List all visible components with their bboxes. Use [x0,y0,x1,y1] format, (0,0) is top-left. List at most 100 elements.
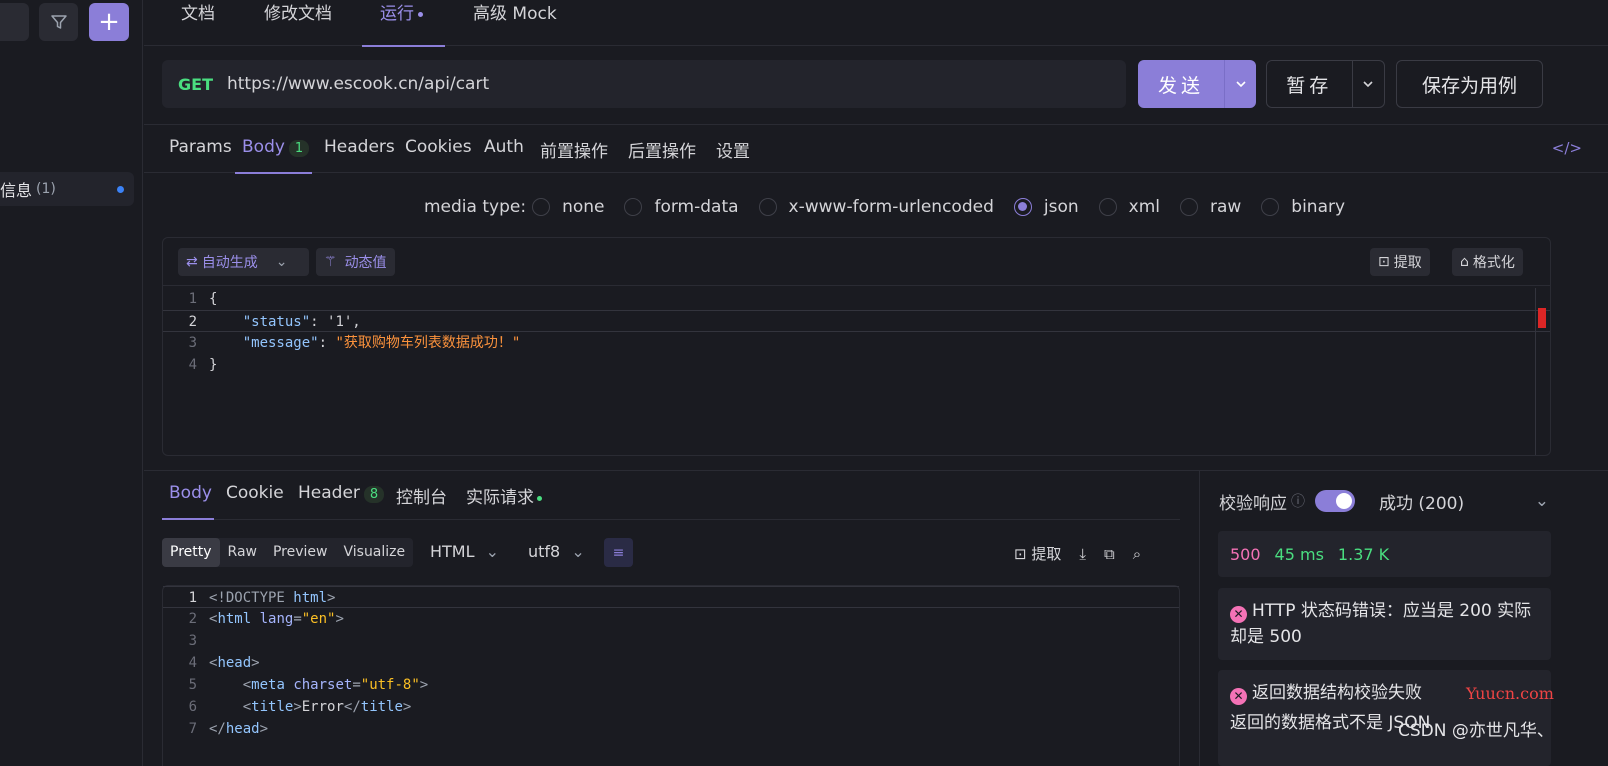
tab-edit-docs[interactable]: 修改文档 [264,0,332,46]
send-dropdown[interactable] [1224,60,1256,108]
radio-form-data[interactable] [624,198,643,216]
media-option-urlencoded[interactable]: x-www-form-urlencoded [789,197,994,217]
media-option-none[interactable]: none [562,197,604,217]
tab-body-label: Body [242,137,285,157]
tab-mock[interactable]: 高级 Mock [473,0,557,46]
help-icon[interactable]: ⓘ [1291,491,1305,511]
copy-icon[interactable]: ⧉ [1104,545,1115,563]
save-as-case-button[interactable]: 保存为用例 [1396,60,1543,108]
sidebar-search-input[interactable] [0,3,29,41]
tab-pre-ops[interactable]: 前置操作 [540,137,608,162]
radio-binary[interactable] [1261,198,1280,216]
response-time: 45 ms [1274,544,1324,564]
media-option-xml[interactable]: xml [1129,197,1160,217]
code-line: 4 <head> [163,652,1179,674]
radio-xml[interactable] [1098,198,1117,216]
tab-cookies[interactable]: Cookies [405,137,472,157]
resp-tab-console[interactable]: 控制台 [396,483,447,508]
resp-tab-actual[interactable]: 实际请求 [466,483,542,508]
media-option-json[interactable]: json [1044,197,1079,217]
tab-body[interactable]: Body 1 [242,137,310,157]
tab-params[interactable]: Params [169,137,232,157]
sidebar-item[interactable]: 信息 (1) [0,172,134,206]
mode-visualize[interactable]: Visualize [335,538,413,567]
refresh-icon: ⇄ [186,254,198,270]
tab-post-ops[interactable]: 后置操作 [628,137,696,162]
format-button[interactable]: ⌂ 格式化 [1452,248,1523,276]
plus-icon: + [98,7,120,37]
url-bar[interactable]: GET https://www.escook.cn/api/cart [162,60,1126,108]
response-editor[interactable]: 1 <!DOCTYPE html> 2 <html lang="en"> 3 4 <h… [162,585,1180,766]
json-key: "message" [242,335,319,351]
line-number: 1 [188,291,197,307]
dynamic-value-button[interactable]: ⚚ 动态值 [316,248,395,276]
line-number: 2 [188,314,197,330]
media-option-form-data[interactable]: form-data [654,197,738,217]
chevron-down-icon[interactable]: ⌄ [276,254,288,270]
radio-json[interactable] [1013,198,1032,216]
format-label: 格式化 [1472,255,1515,271]
line-number: 5 [188,677,197,693]
error-message: HTTP 状态码错误：应当是 200 实际却是 500 [1230,601,1532,647]
magic-wand-icon: ⚚ [324,254,337,270]
tab-headers[interactable]: Headers [324,137,395,157]
line-number: 4 [188,357,197,373]
line-text: "message": "获取购物车列表数据成功！" [242,335,521,351]
save-label: 暂存 [1286,74,1333,97]
radio-urlencoded[interactable] [758,198,777,216]
wrap-icon: ≡ [612,544,625,561]
response-actions: ⊡ 提取 ⤓ ⧉ ⌕ [1014,543,1141,564]
search-icon[interactable]: ⌕ [1133,545,1141,563]
resp-tab-cookie[interactable]: Cookie [226,483,284,503]
validation-result: 成功 (200) [1379,493,1465,514]
watermark-author: CSDN @亦世凡华、 [1398,721,1554,741]
mode-raw[interactable]: Raw [220,538,265,567]
line-number: 6 [188,699,197,715]
download-icon[interactable]: ⤓ [1079,545,1086,563]
tab-docs[interactable]: 文档 [181,0,215,46]
radio-none[interactable] [532,198,551,216]
save-button[interactable]: 暂存 [1266,60,1385,108]
format-select[interactable]: HTML ⌄ [430,542,499,561]
line-number: 3 [188,335,197,351]
radio-raw[interactable] [1179,198,1198,216]
tab-run[interactable]: 运行 [362,0,445,47]
sidebar-item-label: 信息 [0,181,33,200]
resp-tab-body[interactable]: Body [169,483,212,503]
mode-pretty[interactable]: Pretty [162,538,220,567]
encoding-select[interactable]: utf8 ⌄ [528,542,585,561]
extract-label: 提取 [1393,255,1422,271]
validation-toggle[interactable] [1315,490,1355,512]
code-icon[interactable]: </> [1552,139,1582,157]
main-panel: 文档 修改文档 运行 高级 Mock GET https://www.escoo… [144,0,1608,766]
tab-settings[interactable]: 设置 [716,137,750,162]
encoding-value: utf8 [528,542,561,561]
response-tabs: Body Cookie Header 8 控制台 实际请求 [162,481,1180,520]
editor-scrollbar[interactable] [1535,288,1536,455]
add-button[interactable]: + [89,3,129,41]
url-input[interactable]: https://www.escook.cn/api/cart [227,74,489,94]
extract-icon: ⊡ [1378,254,1390,270]
tab-run-underline [362,45,445,47]
format-icon: ⌂ [1460,254,1469,270]
resp-extract-button[interactable]: ⊡ 提取 [1014,543,1061,564]
filter-button[interactable] [39,3,78,41]
resp-tab-header[interactable]: Header 8 [298,483,385,503]
actual-dot [537,495,542,501]
method-select[interactable]: GET [178,75,213,94]
media-option-binary[interactable]: binary [1291,197,1345,217]
tab-auth[interactable]: Auth [484,137,524,157]
auto-generate-button[interactable]: ⇄ 自动生成 ⌄ [178,248,309,276]
mode-preview[interactable]: Preview [265,538,336,567]
media-option-raw[interactable]: raw [1210,197,1241,217]
resp-tab-underline [162,518,214,520]
chevron-down-icon [1363,81,1373,88]
extract-button[interactable]: ⊡ 提取 [1370,248,1430,276]
send-button[interactable]: 发送 [1138,60,1256,108]
save-dropdown[interactable] [1351,61,1384,107]
body-editor[interactable]: ⇄ 自动生成 ⌄ ⚚ 动态值 ⊡ 提取 ⌂ 格式化 1 { 2 "status":… [162,237,1551,456]
line-text: "status": '1', [242,314,361,330]
line-text: { [209,291,218,307]
chevron-down-icon[interactable]: ⌄ [1535,491,1549,511]
wrap-button[interactable]: ≡ [604,538,633,567]
